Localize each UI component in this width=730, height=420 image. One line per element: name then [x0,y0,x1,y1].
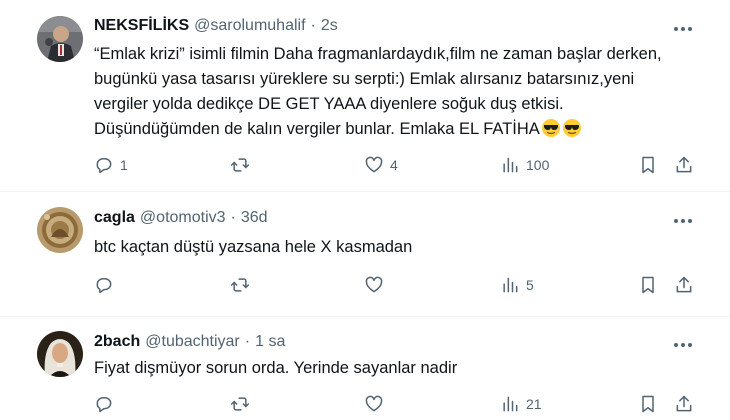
bookmark-icon [642,156,654,174]
reply-button[interactable] [94,392,120,416]
like-count: 4 [390,157,398,173]
bookmark-icon [642,395,654,413]
view-count: 21 [526,396,542,412]
avatar[interactable] [37,331,83,377]
view-count: 100 [526,157,550,173]
share-icon [676,395,692,412]
tweet-text: Fiyat dişmüyor sorun orda. Yerinde sayan… [94,356,684,381]
tweet-header: 2bach @tubachtiyar · 1 sa [94,333,690,351]
timestamp[interactable]: 2s [321,17,338,35]
separator-dot: · [244,333,251,350]
display-name[interactable]: cagla [94,209,135,227]
avatar[interactable] [37,16,83,62]
reply-icon [96,397,112,413]
views-icon [503,277,518,293]
views-button[interactable]: 100 [500,153,549,177]
views-icon [503,396,518,412]
reply-icon [96,278,112,294]
like-icon [365,276,383,293]
like-button[interactable] [364,392,390,416]
like-icon [365,395,383,412]
more-icon[interactable] [672,336,694,354]
share-icon [676,276,692,293]
tweet[interactable]: 2bach @tubachtiyar · 1 sa Fiyat dişmüyor… [0,318,730,420]
bookmark-button[interactable] [638,273,658,297]
tweet-header: cagla @otomotiv3 · 36d [94,209,690,227]
reply-button[interactable] [94,273,120,297]
action-bar: 21 [94,392,694,416]
tweet[interactable]: NEKSFİLİKS @sarolumuhalif · 2s “Emlak kr… [0,0,730,192]
sunglasses-emoji [541,119,560,137]
tweet-text: “Emlak krizi” isimli filmin Daha fragman… [94,42,684,142]
retweet-icon [230,278,250,292]
sunglasses-emoji [562,119,581,137]
tweet-text-content: btc kaçtan düştü yazsana hele X kasmadan [94,238,413,256]
avatar[interactable] [37,207,83,253]
tweet-text: btc kaçtan düştü yazsana hele X kasmadan [94,235,684,260]
bookmark-button[interactable] [638,392,658,416]
share-button[interactable] [674,153,694,177]
display-name[interactable]: 2bach [94,333,140,351]
reply-button[interactable]: 1 [94,153,128,177]
separator-dot: · [310,17,316,34]
more-icon[interactable] [672,212,694,230]
tweet-text-content: Fiyat dişmüyor sorun orda. Yerinde sayan… [94,359,458,377]
user-handle[interactable]: @sarolumuhalif [194,17,305,35]
user-handle[interactable]: @otomotiv3 [140,209,226,227]
retweet-button[interactable] [230,392,256,416]
views-icon [503,157,518,173]
like-button[interactable]: 4 [364,153,398,177]
bookmark-icon [642,276,654,294]
action-bar: 1 4 100 [94,153,694,177]
timestamp[interactable]: 1 sa [255,333,285,351]
views-button[interactable]: 5 [500,273,534,297]
action-bar: 5 [94,273,694,297]
view-count: 5 [526,277,534,293]
share-button[interactable] [674,273,694,297]
retweet-icon [230,397,250,411]
views-button[interactable]: 21 [500,392,542,416]
tweet-header: NEKSFİLİKS @sarolumuhalif · 2s [94,17,690,35]
user-handle[interactable]: @tubachtiyar [145,333,240,351]
like-button[interactable] [364,273,390,297]
retweet-icon [230,158,250,172]
more-icon[interactable] [672,20,694,38]
display-name[interactable]: NEKSFİLİKS [94,17,189,35]
bookmark-button[interactable] [638,153,658,177]
retweet-button[interactable] [230,153,256,177]
separator-dot: · [230,209,236,226]
like-icon [365,156,383,173]
share-button[interactable] [674,392,694,416]
tweet[interactable]: cagla @otomotiv3 · 36d btc kaçtan düştü … [0,193,730,317]
retweet-button[interactable] [230,273,256,297]
timestamp[interactable]: 36d [241,209,268,227]
share-icon [676,156,692,173]
reply-count: 1 [120,157,128,173]
reply-icon [96,158,112,174]
